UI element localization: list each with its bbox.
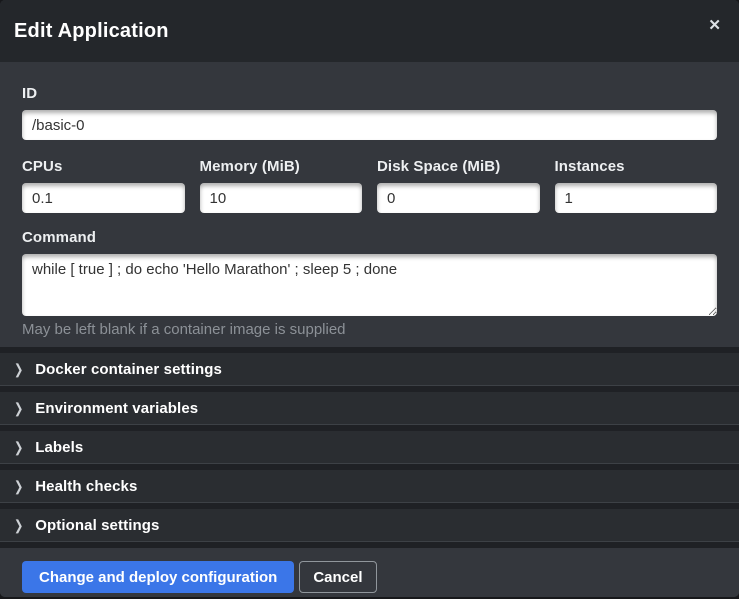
modal-footer: Change and deploy configuration Cancel (0, 548, 739, 597)
disk-space-input[interactable] (377, 183, 540, 213)
memory-input[interactable] (200, 183, 363, 213)
section-environment-variables[interactable]: ❯ Environment variables (0, 392, 739, 425)
command-help-text: May be left blank if a container image i… (22, 321, 717, 339)
chevron-right-icon: ❯ (14, 517, 23, 533)
cpus-input[interactable] (22, 183, 185, 213)
disk-space-field-group: Disk Space (MiB) (377, 157, 540, 213)
chevron-right-icon: ❯ (14, 400, 23, 416)
section-label: Labels (35, 439, 83, 456)
id-field-group: ID (22, 84, 717, 140)
cancel-button[interactable]: Cancel (299, 561, 376, 593)
section-label: Docker container settings (35, 361, 222, 378)
chevron-right-icon: ❯ (14, 478, 23, 494)
application-form: ID CPUs Memory (MiB) Disk Space (MiB) In… (0, 62, 739, 347)
command-label: Command (22, 228, 717, 247)
command-textarea[interactable]: while [ true ] ; do echo 'Hello Marathon… (22, 254, 717, 316)
cpus-field-group: CPUs (22, 157, 185, 213)
chevron-right-icon: ❯ (14, 361, 23, 377)
section-label: Optional settings (35, 517, 159, 534)
command-field-group: Command while [ true ] ; do echo 'Hello … (22, 228, 717, 339)
instances-input[interactable] (555, 183, 718, 213)
section-optional-settings[interactable]: ❯ Optional settings (0, 509, 739, 542)
settings-accordion: ❯ Docker container settings ❯ Environmen… (0, 347, 739, 548)
chevron-right-icon: ❯ (14, 439, 23, 455)
close-icon[interactable]: ✕ (706, 14, 723, 37)
modal-title: Edit Application (14, 20, 169, 43)
edit-application-modal: Edit Application ✕ ID CPUs Memory (MiB) … (0, 0, 739, 597)
memory-field-group: Memory (MiB) (200, 157, 363, 213)
section-label: Health checks (35, 478, 137, 495)
section-labels[interactable]: ❯ Labels (0, 431, 739, 464)
modal-header: Edit Application ✕ (0, 0, 739, 62)
section-health-checks[interactable]: ❯ Health checks (0, 470, 739, 503)
id-label: ID (22, 84, 717, 103)
id-input[interactable] (22, 110, 717, 140)
instances-field-group: Instances (555, 157, 718, 213)
instances-label: Instances (555, 157, 718, 176)
section-docker-container-settings[interactable]: ❯ Docker container settings (0, 353, 739, 386)
change-and-deploy-button[interactable]: Change and deploy configuration (22, 561, 294, 593)
memory-label: Memory (MiB) (200, 157, 363, 176)
section-label: Environment variables (35, 400, 198, 417)
disk-space-label: Disk Space (MiB) (377, 157, 540, 176)
resources-row: CPUs Memory (MiB) Disk Space (MiB) Insta… (22, 157, 717, 213)
cpus-label: CPUs (22, 157, 185, 176)
